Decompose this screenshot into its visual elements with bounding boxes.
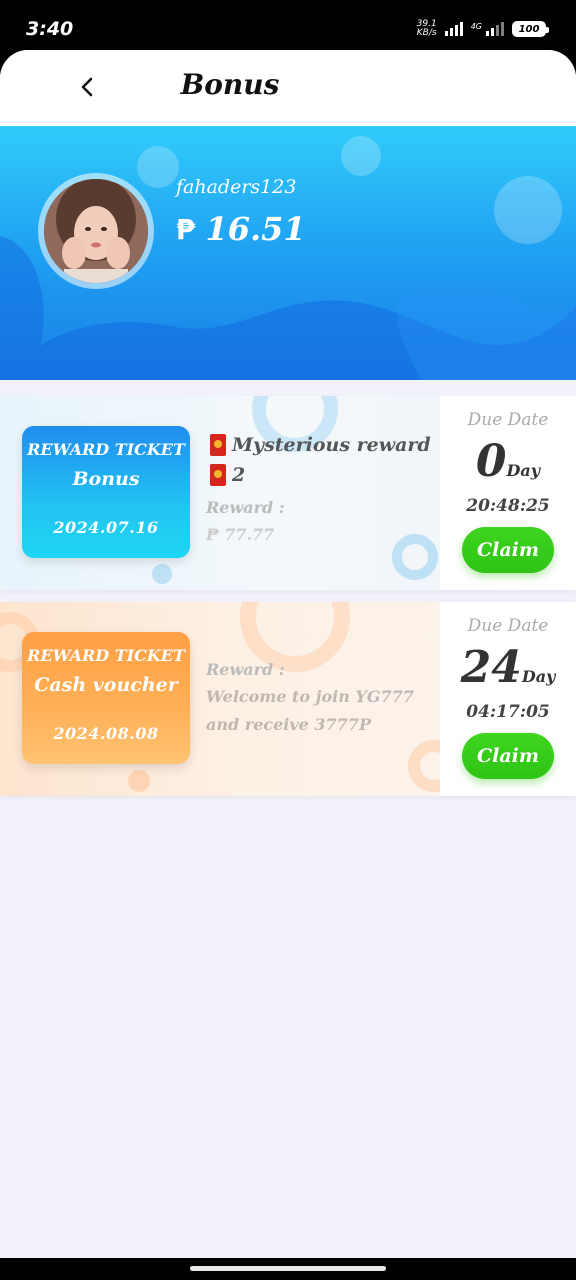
due-days: 0Day [475, 436, 541, 487]
page-title: Bonus [180, 68, 280, 101]
reward-description: Welcome to join YG777 [206, 687, 414, 706]
signal-icon [444, 22, 463, 36]
navigation-bar [0, 1258, 576, 1280]
ticket-badge: REWARD TICKET Cash voucher 2024.08.08 [22, 632, 190, 764]
decor-ring [128, 770, 150, 792]
reward-item: Mysterious reward [210, 434, 431, 456]
home-indicator[interactable] [190, 1266, 386, 1271]
signal-4g-icon: 4G [471, 22, 504, 36]
status-bar: 3:40 39.1 KB/s 4G 100 [0, 0, 576, 50]
peso-icon: ₱ [176, 212, 196, 246]
due-label: Due Date [467, 616, 549, 636]
avatar-portrait [44, 179, 148, 283]
claim-button[interactable]: Claim [462, 527, 554, 573]
balance: ₱ 16.51 [176, 210, 306, 248]
reward-description: and receive 3777P [206, 715, 371, 734]
ticket-details: Reward : Welcome to join YG777 and recei… [206, 660, 414, 739]
decor-ring [152, 564, 172, 584]
reward-label: Reward : [206, 498, 285, 517]
reward-label: Reward : [206, 660, 285, 679]
reward-ticket: REWARD TICKET Cash voucher 2024.08.08 Re… [0, 602, 576, 796]
header: Bonus [0, 50, 576, 126]
profile-banner: fahaders123 ₱ 16.51 [0, 126, 576, 380]
battery-icon: 100 [512, 21, 549, 37]
avatar [44, 179, 148, 283]
claim-button[interactable]: Claim [462, 733, 554, 779]
username: fahaders123 [176, 176, 297, 198]
due-days: 24Day [460, 642, 556, 693]
net-speed: 39.1 KB/s [416, 19, 437, 38]
ticket-badge: REWARD TICKET Bonus 2024.07.16 [22, 426, 190, 558]
red-envelope-icon [210, 434, 226, 456]
due-panel: Due Date 0Day 20:48:25 Claim [440, 396, 576, 590]
avatar-ring [38, 173, 154, 289]
reward-ticket: REWARD TICKET Bonus 2024.07.16 Mysteriou… [0, 396, 576, 590]
countdown-time: 04:17:05 [466, 702, 550, 722]
reward-item: 2 [210, 464, 431, 486]
due-panel: Due Date 24Day 04:17:05 Claim [440, 602, 576, 796]
due-label: Due Date [467, 410, 549, 430]
ticket-details: Mysterious reward 2 Reward : ₱ 77.77 [206, 434, 431, 544]
reward-value: ₱ 77.77 [206, 525, 275, 544]
red-envelope-icon [210, 464, 226, 486]
status-icons: 39.1 KB/s 4G 100 [416, 19, 549, 38]
countdown-time: 20:48:25 [466, 496, 550, 516]
status-time: 3:40 [26, 18, 74, 40]
balance-amount: 16.51 [205, 210, 306, 248]
screen: Bonus fahaders123 ₱ 16.51 REWARD TICKET … [0, 50, 576, 1258]
